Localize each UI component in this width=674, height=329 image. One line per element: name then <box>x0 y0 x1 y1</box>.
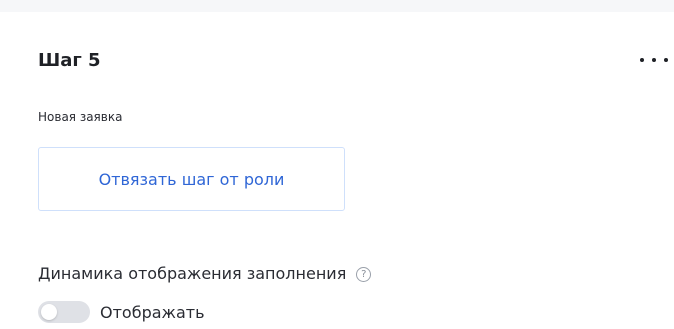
display-toggle-label: Отображать <box>100 302 205 322</box>
more-dot <box>652 58 656 62</box>
unbind-step-from-role-button[interactable]: Отвязать шаг от роли <box>38 147 345 211</box>
unbind-button-label: Отвязать шаг от роли <box>98 169 285 189</box>
step-title: Шаг 5 <box>38 50 101 71</box>
more-dot <box>664 58 668 62</box>
more-dot <box>640 58 644 62</box>
top-divider-strip <box>0 0 674 12</box>
step-header: Шаг 5 <box>38 48 674 76</box>
step-subtitle: Новая заявка <box>38 110 123 124</box>
display-dynamics-label: Динамика отображения заполнения ? <box>38 263 372 285</box>
toggle-knob <box>41 304 57 320</box>
display-toggle-row: Отображать <box>38 300 205 324</box>
more-options-button[interactable] <box>640 52 668 68</box>
display-toggle[interactable] <box>38 301 90 323</box>
question-circle-icon[interactable]: ? <box>356 266 372 282</box>
display-dynamics-text: Динамика отображения заполнения <box>38 264 347 283</box>
